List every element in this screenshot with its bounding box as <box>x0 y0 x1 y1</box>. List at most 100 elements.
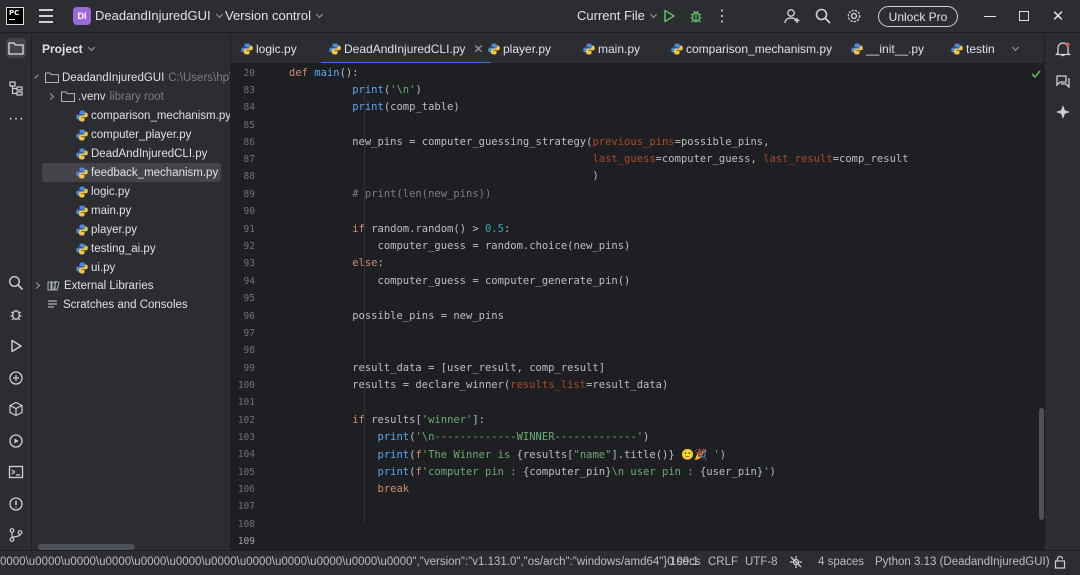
tree-file-item[interactable]: ui.py <box>32 258 230 277</box>
terminal-icon[interactable] <box>6 462 26 482</box>
project-folder-icon[interactable] <box>6 38 26 58</box>
unlock-pro-button[interactable]: Unlock Pro <box>878 6 958 27</box>
tree-root-folder[interactable]: DeadandInjuredGUI C:\Users\hp\P <box>32 68 230 87</box>
add-user-icon[interactable] <box>783 7 801 25</box>
python-packages-icon[interactable] <box>6 399 26 419</box>
line-number: 106 <box>237 484 255 495</box>
code-line: print(f'The Winner is {results["name"].t… <box>377 449 727 461</box>
tab-label: main.py <box>598 41 641 56</box>
caret-position[interactable]: 109:1 <box>670 556 699 568</box>
python-file-icon <box>76 186 88 197</box>
chevron-down-icon <box>315 10 324 18</box>
close-icon[interactable]: ✕ <box>1051 8 1065 25</box>
git-icon[interactable] <box>6 525 26 545</box>
venv-note: library root <box>109 90 164 103</box>
chevron-right-icon <box>46 92 55 101</box>
line-separator[interactable]: CRLF <box>708 556 738 568</box>
line-number: 95 <box>243 293 255 304</box>
version-control-menu[interactable]: Version control <box>225 8 324 23</box>
line-number: 89 <box>243 189 255 200</box>
line-number: 108 <box>237 519 255 530</box>
scratches-label: Scratches and Consoles <box>63 298 188 311</box>
maximize-icon[interactable] <box>1019 11 1029 21</box>
close-tab-icon[interactable]: ✕ <box>473 42 483 56</box>
project-switcher[interactable]: DeadandInjuredGUI <box>95 8 223 23</box>
debug-tool-icon[interactable] <box>6 304 26 324</box>
chevron-down-icon <box>34 73 39 79</box>
tree-file-item[interactable]: main.py <box>32 201 230 220</box>
run-configuration-select[interactable]: Current File <box>577 8 657 23</box>
gear-icon[interactable] <box>846 8 862 24</box>
python-file-icon <box>76 110 88 121</box>
tab-label: testin <box>966 41 995 56</box>
no-problems-check-icon[interactable] <box>1031 69 1041 79</box>
library-icon <box>47 280 60 291</box>
tree-file-item[interactable]: DeadAndInjuredCLI.py <box>32 144 230 163</box>
file-encoding[interactable]: UTF-8 <box>745 556 778 568</box>
chevron-right-icon <box>32 281 41 290</box>
run-tool-icon[interactable] <box>6 336 26 356</box>
tree-file-item[interactable]: logic.py <box>32 182 230 201</box>
file-name: feedback_mechanism.py <box>91 166 219 179</box>
python-file-icon <box>76 167 88 178</box>
more-actions-icon[interactable]: ⋮ <box>714 8 730 25</box>
search-icon[interactable] <box>815 8 831 24</box>
tab-main[interactable]: main.py <box>583 33 641 63</box>
more-tools-icon[interactable]: ··· <box>6 109 26 129</box>
tree-file-item[interactable]: feedback_mechanism.py <box>42 163 221 182</box>
no-inspections-icon[interactable] <box>789 555 803 572</box>
tree-file-item[interactable]: computer_player.py <box>32 125 230 144</box>
python-interpreter[interactable]: Python 3.13 (DeadandInjuredGUI) <box>875 556 1050 568</box>
status-message[interactable]: 0000\u0000\u0000\u0000\u0000\u0000\u0000… <box>0 556 700 568</box>
code-editor[interactable]: 20 83 84 85 86 87 88 89 90 91 92 93 94 95 96 97 98 99 100 1… <box>231 64 1044 550</box>
find-icon[interactable] <box>6 273 26 293</box>
line-number: 102 <box>237 415 255 426</box>
indent-setting[interactable]: 4 spaces <box>818 556 864 568</box>
file-name: player.py <box>91 223 138 236</box>
tree-file-item[interactable]: testing_ai.py <box>32 239 230 258</box>
code-line: print('\n') <box>352 84 422 96</box>
tree-external-libraries[interactable]: External Libraries <box>32 276 230 295</box>
lock-icon[interactable] <box>1054 555 1066 572</box>
structure-icon[interactable] <box>6 78 26 98</box>
notifications-icon[interactable] <box>1055 41 1071 57</box>
left-tool-strip: ··· <box>0 33 32 550</box>
ai-chat-icon[interactable] <box>1055 73 1071 89</box>
debug-icon[interactable] <box>688 8 704 24</box>
external-libraries-label: External Libraries <box>64 279 154 292</box>
ai-assistant-icon[interactable] <box>1055 104 1071 120</box>
line-number: 100 <box>237 380 255 391</box>
tree-file-item[interactable]: comparison_mechanism.py <box>32 106 230 125</box>
tab-testing-ai[interactable]: testin <box>951 33 995 63</box>
python-console-icon[interactable] <box>6 368 26 388</box>
tree-file-item[interactable]: player.py <box>32 220 230 239</box>
minimize-icon[interactable] <box>984 16 996 17</box>
tab-init[interactable]: __init__.py <box>851 33 924 63</box>
python-file-icon <box>76 243 88 254</box>
problems-icon[interactable] <box>6 494 26 514</box>
python-file-icon <box>671 43 683 54</box>
line-number: 92 <box>243 241 255 252</box>
file-name: main.py <box>91 204 132 217</box>
tabs-overflow-button[interactable] <box>1007 33 1020 63</box>
tree-scratches[interactable]: Scratches and Consoles <box>32 295 230 314</box>
tab-player[interactable]: player.py <box>488 33 551 63</box>
line-number: 94 <box>243 276 255 287</box>
main-menu-icon[interactable] <box>38 9 54 23</box>
project-panel-header[interactable]: Project <box>42 42 95 56</box>
run-icon[interactable] <box>662 9 676 23</box>
services-icon[interactable] <box>6 431 26 451</box>
line-number: 20 <box>243 68 255 79</box>
project-badge[interactable]: DI <box>73 7 91 25</box>
python-file-icon <box>851 43 863 54</box>
code-line: else: <box>352 257 384 269</box>
tree-venv-folder[interactable]: .venv library root <box>32 87 230 106</box>
file-name: testing_ai.py <box>91 242 156 255</box>
folder-icon <box>45 72 59 83</box>
file-name: computer_player.py <box>91 128 192 141</box>
run-configuration-label: Current File <box>577 8 645 23</box>
tab-comparison-mechanism[interactable]: comparison_mechanism.py <box>671 33 832 63</box>
tab-deadandinjuredcli[interactable]: DeadAndInjuredCLI.py ✕ <box>320 33 492 63</box>
tab-logic[interactable]: logic.py <box>241 33 297 63</box>
line-number: 105 <box>237 467 255 478</box>
